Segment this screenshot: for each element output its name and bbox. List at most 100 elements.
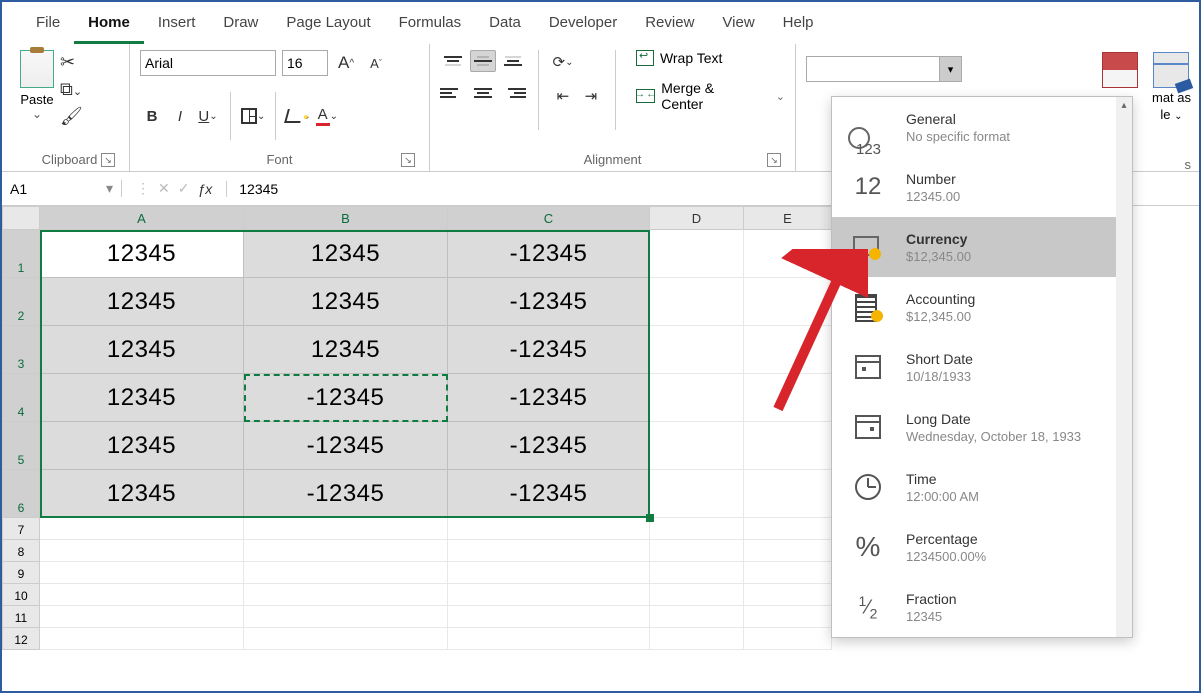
row-header[interactable]: 7 (2, 518, 40, 540)
tab-page-layout[interactable]: Page Layout (272, 10, 384, 44)
cell[interactable]: 12345 (244, 230, 448, 278)
cell[interactable]: 12345 (40, 326, 244, 374)
cell[interactable] (244, 584, 448, 606)
format-option-shortdate[interactable]: Short Date10/18/1933 (832, 337, 1132, 397)
cell[interactable]: 12345 (40, 278, 244, 326)
scroll-up-icon[interactable]: ▴ (1116, 97, 1132, 113)
row-header[interactable]: 1 (2, 230, 40, 278)
cell[interactable] (650, 606, 744, 628)
cell[interactable]: 12345 (40, 230, 244, 278)
format-option-number[interactable]: 12Number12345.00 (832, 157, 1132, 217)
column-header[interactable]: C (448, 206, 650, 230)
cell[interactable] (744, 540, 832, 562)
tab-draw[interactable]: Draw (209, 10, 272, 44)
increase-indent-button[interactable]: ⇥ (579, 84, 603, 108)
align-middle-button[interactable] (470, 50, 496, 72)
fill-handle[interactable] (646, 514, 654, 522)
format-painter-button[interactable]: 🖌 (60, 106, 83, 127)
format-option-percentage[interactable]: %Percentage1234500.00% (832, 517, 1132, 577)
row-header[interactable]: 5 (2, 422, 40, 470)
chevron-down-icon[interactable]: ⌄ (32, 107, 42, 121)
cell[interactable]: 12345 (40, 470, 244, 518)
borders-button[interactable]: ⌄ (241, 104, 265, 128)
dialog-launcher-icon[interactable]: ↘ (767, 153, 781, 167)
wrap-text-button[interactable]: Wrap Text (636, 50, 785, 66)
cell[interactable] (40, 584, 244, 606)
italic-button[interactable]: I (168, 104, 192, 128)
cell[interactable] (744, 584, 832, 606)
column-header[interactable]: B (244, 206, 448, 230)
format-option-longdate[interactable]: Long DateWednesday, October 18, 1933 (832, 397, 1132, 457)
cell[interactable] (448, 518, 650, 540)
cell[interactable] (744, 606, 832, 628)
cell[interactable] (448, 584, 650, 606)
format-option-currency[interactable]: Currency$12,345.00 (832, 217, 1132, 277)
align-right-button[interactable] (500, 82, 526, 104)
tab-review[interactable]: Review (631, 10, 708, 44)
row-header[interactable]: 6 (2, 470, 40, 518)
cell[interactable] (40, 606, 244, 628)
tab-home[interactable]: Home (74, 10, 144, 44)
row-header[interactable]: 3 (2, 326, 40, 374)
column-header[interactable]: D (650, 206, 744, 230)
format-option-time[interactable]: Time12:00:00 AM (832, 457, 1132, 517)
decrease-font-button[interactable]: Aˇ (364, 51, 388, 75)
cell[interactable] (650, 584, 744, 606)
cell[interactable] (650, 518, 744, 540)
chevron-down-icon[interactable]: ▾ (106, 180, 113, 197)
tab-help[interactable]: Help (769, 10, 828, 44)
merge-center-button[interactable]: Merge & Center ⌄ (636, 80, 785, 112)
cell[interactable] (650, 326, 744, 374)
cell[interactable] (40, 628, 244, 650)
cell[interactable] (744, 470, 832, 518)
cell[interactable] (650, 562, 744, 584)
tab-data[interactable]: Data (475, 10, 535, 44)
cell[interactable] (244, 628, 448, 650)
tab-file[interactable]: File (22, 10, 74, 44)
number-format-input[interactable] (807, 57, 939, 81)
cell[interactable] (40, 540, 244, 562)
cell[interactable]: -12345 (244, 422, 448, 470)
row-header[interactable]: 10 (2, 584, 40, 606)
bold-button[interactable]: B (140, 104, 164, 128)
cell[interactable] (744, 518, 832, 540)
cell[interactable] (650, 422, 744, 470)
cell[interactable]: -12345 (244, 374, 448, 422)
fx-icon[interactable]: ƒx (197, 181, 212, 197)
cell[interactable]: -12345 (448, 278, 650, 326)
confirm-icon[interactable]: ✓ (178, 180, 190, 197)
cell[interactable] (244, 518, 448, 540)
column-header[interactable]: A (40, 206, 244, 230)
tab-developer[interactable]: Developer (535, 10, 631, 44)
dialog-launcher-icon[interactable]: ↘ (401, 153, 415, 167)
align-bottom-button[interactable] (500, 50, 526, 72)
orientation-button[interactable]: ⟳ ⌄ (551, 50, 575, 74)
cell[interactable] (744, 628, 832, 650)
cell[interactable]: -12345 (448, 326, 650, 374)
font-color-button[interactable]: A ⌄ (315, 104, 339, 128)
cell[interactable] (650, 628, 744, 650)
format-option-general[interactable]: GeneralNo specific format (832, 97, 1132, 157)
cell[interactable]: 12345 (244, 326, 448, 374)
underline-button[interactable]: U ⌄ (196, 104, 220, 128)
align-left-button[interactable] (440, 82, 466, 104)
cell[interactable]: 12345 (40, 422, 244, 470)
copy-button[interactable]: ⧉⌄ (60, 79, 83, 100)
select-all-corner[interactable] (2, 206, 40, 230)
format-option-fraction[interactable]: 1⁄2Fraction12345 (832, 577, 1132, 637)
cell[interactable] (448, 562, 650, 584)
decrease-indent-button[interactable]: ⇤ (551, 84, 575, 108)
cell[interactable]: -12345 (448, 422, 650, 470)
cell[interactable] (744, 422, 832, 470)
chevron-down-icon[interactable]: ▾ (939, 57, 961, 81)
cell[interactable] (40, 562, 244, 584)
cell[interactable] (448, 540, 650, 562)
cell[interactable] (40, 518, 244, 540)
cancel-icon[interactable]: ✕ (158, 180, 170, 197)
dialog-launcher-icon[interactable]: ↘ (101, 153, 115, 167)
tab-insert[interactable]: Insert (144, 10, 210, 44)
cell[interactable]: -12345 (244, 470, 448, 518)
cell[interactable]: 12345 (244, 278, 448, 326)
font-name-combo[interactable] (140, 50, 276, 76)
row-header[interactable]: 8 (2, 540, 40, 562)
